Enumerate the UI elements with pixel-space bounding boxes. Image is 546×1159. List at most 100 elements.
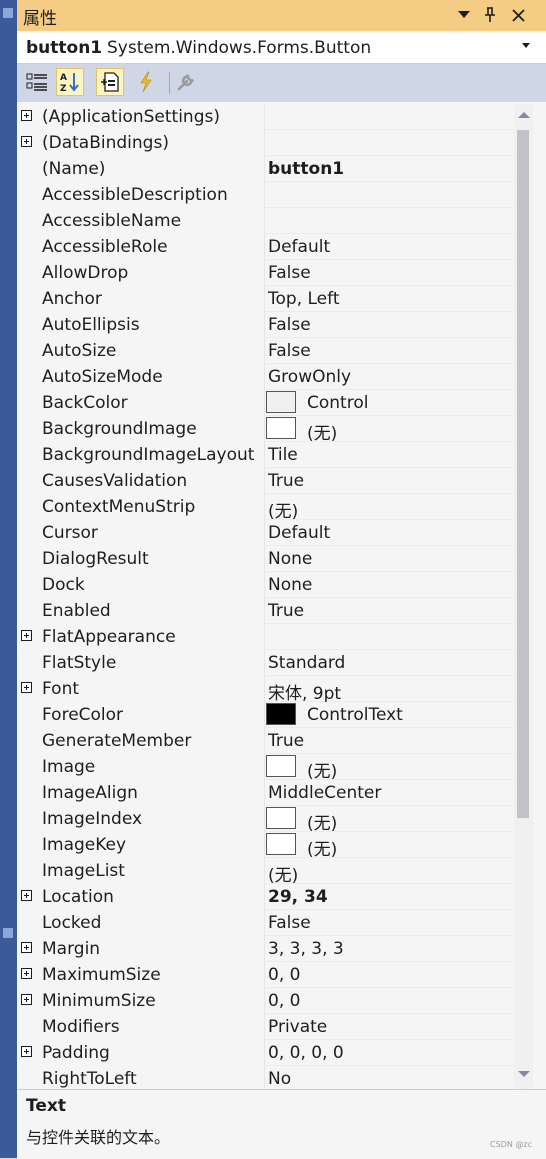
property-value[interactable]: Private (268, 1017, 327, 1037)
property-value[interactable]: None (268, 549, 312, 569)
property-row[interactable]: AccessibleName (17, 208, 514, 234)
property-value[interactable]: False (268, 263, 311, 283)
expand-plus-icon[interactable] (21, 630, 32, 641)
categorized-icon[interactable] (23, 68, 51, 96)
property-value[interactable]: (无) (307, 809, 337, 834)
property-pages-wrench-icon[interactable] (172, 68, 200, 96)
property-row[interactable]: Locked False (17, 910, 514, 936)
property-value[interactable]: 0, 0 (268, 965, 300, 985)
property-value-cell[interactable] (264, 1066, 514, 1089)
property-value-cell[interactable] (264, 962, 514, 988)
expand-plus-icon[interactable] (21, 994, 32, 1005)
scroll-down-icon[interactable] (518, 1071, 530, 1077)
property-row[interactable]: Cursor Default (17, 520, 514, 546)
property-value[interactable]: False (268, 315, 311, 335)
property-value[interactable]: 29, 34 (268, 887, 328, 907)
property-row[interactable]: CausesValidation True (17, 468, 514, 494)
property-row[interactable]: ImageAlign MiddleCenter (17, 780, 514, 806)
property-value-cell[interactable] (264, 442, 514, 468)
property-value[interactable]: (无) (268, 861, 298, 886)
property-row[interactable]: AllowDrop False (17, 260, 514, 286)
scrollbar-thumb[interactable] (517, 130, 529, 818)
expand-plus-icon[interactable] (21, 136, 32, 147)
property-value[interactable]: Default (268, 237, 330, 257)
property-value[interactable]: GrowOnly (268, 367, 351, 387)
property-row[interactable]: AccessibleRole Default (17, 234, 514, 260)
property-row[interactable]: Modifiers Private (17, 1014, 514, 1040)
events-lightning-icon[interactable] (132, 68, 160, 96)
scroll-up-icon[interactable] (518, 112, 530, 118)
property-value[interactable]: True (268, 731, 304, 751)
property-value[interactable]: 宋体, 9pt (268, 679, 341, 704)
property-value[interactable]: Tile (268, 445, 298, 465)
property-value[interactable]: False (268, 341, 311, 361)
window-menu-dropdown-icon[interactable] (453, 4, 475, 26)
property-row[interactable]: FlatStyle Standard (17, 650, 514, 676)
property-value[interactable]: ControlText (307, 705, 403, 725)
property-value[interactable]: button1 (268, 159, 344, 179)
property-value[interactable]: Top, Left (268, 289, 339, 309)
property-row[interactable]: MinimumSize 0, 0 (17, 988, 514, 1014)
property-value[interactable]: (无) (307, 757, 337, 782)
property-value[interactable]: (无) (268, 497, 298, 522)
property-value-cell[interactable] (264, 130, 514, 156)
pin-icon[interactable] (479, 4, 501, 26)
property-value[interactable]: No (268, 1069, 291, 1089)
property-value[interactable]: False (268, 913, 311, 933)
property-row[interactable]: ImageIndex (无) (17, 806, 514, 834)
property-row[interactable]: ForeColor ControlText (17, 702, 514, 728)
property-value-cell[interactable] (264, 182, 514, 208)
property-row[interactable]: Location 29, 34 (17, 884, 514, 910)
property-value-cell[interactable] (264, 806, 514, 832)
expand-plus-icon[interactable] (21, 942, 32, 953)
vertical-scrollbar[interactable] (514, 104, 533, 1089)
property-value[interactable]: None (268, 575, 312, 595)
expand-plus-icon[interactable] (21, 110, 32, 121)
properties-icon[interactable] (96, 68, 124, 96)
property-row[interactable]: ImageList (无) (17, 858, 514, 886)
property-value[interactable]: Default (268, 523, 330, 543)
property-row[interactable]: AutoSizeMode GrowOnly (17, 364, 514, 390)
property-value[interactable]: True (268, 471, 304, 491)
property-value[interactable]: Control (307, 393, 368, 413)
property-row[interactable]: GenerateMember True (17, 728, 514, 754)
property-value[interactable]: 0, 0 (268, 991, 300, 1011)
property-value[interactable]: 0, 0, 0, 0 (268, 1043, 344, 1063)
property-value-cell[interactable] (264, 988, 514, 1014)
property-row[interactable]: (DataBindings) (17, 130, 514, 156)
property-value-cell[interactable] (264, 494, 514, 520)
property-row[interactable]: BackColor Control (17, 390, 514, 416)
property-row[interactable]: BackgroundImageLayout Tile (17, 442, 514, 468)
property-value[interactable]: Standard (268, 653, 345, 673)
alphabetical-sort-icon[interactable]: A Z (56, 68, 84, 96)
property-value[interactable]: MiddleCenter (268, 783, 381, 803)
property-row[interactable]: Enabled True (17, 598, 514, 624)
property-value-cell[interactable] (264, 104, 514, 130)
property-row[interactable]: Font 宋体, 9pt (17, 676, 514, 704)
property-row[interactable]: FlatAppearance (17, 624, 514, 650)
property-value-cell[interactable] (264, 624, 514, 650)
property-value[interactable]: 3, 3, 3, 3 (268, 939, 344, 959)
property-value-cell[interactable] (264, 208, 514, 234)
property-row[interactable]: (ApplicationSettings) (17, 104, 514, 130)
close-icon[interactable] (507, 4, 529, 26)
chevron-down-icon[interactable] (522, 43, 530, 48)
property-row[interactable]: DialogResult None (17, 546, 514, 572)
property-row[interactable]: (Name) button1 (17, 156, 514, 182)
property-row[interactable]: Dock None (17, 572, 514, 598)
property-row[interactable]: MaximumSize 0, 0 (17, 962, 514, 988)
expand-plus-icon[interactable] (21, 968, 32, 979)
property-value-cell[interactable] (264, 416, 514, 442)
property-row[interactable]: AutoEllipsis False (17, 312, 514, 338)
property-row[interactable]: Image (无) (17, 754, 514, 782)
object-selector[interactable]: button1 System.Windows.Forms.Button (17, 33, 546, 64)
property-row[interactable]: BackgroundImage (无) (17, 416, 514, 444)
expand-plus-icon[interactable] (21, 890, 32, 901)
property-row[interactable]: Padding 0, 0, 0, 0 (17, 1040, 514, 1066)
property-row[interactable]: AccessibleDescription (17, 182, 514, 208)
property-value-cell[interactable] (264, 858, 514, 884)
property-value-cell[interactable] (264, 754, 514, 780)
property-value-cell[interactable] (264, 390, 514, 416)
property-value-cell[interactable] (264, 832, 514, 858)
property-row[interactable]: ContextMenuStrip (无) (17, 494, 514, 522)
